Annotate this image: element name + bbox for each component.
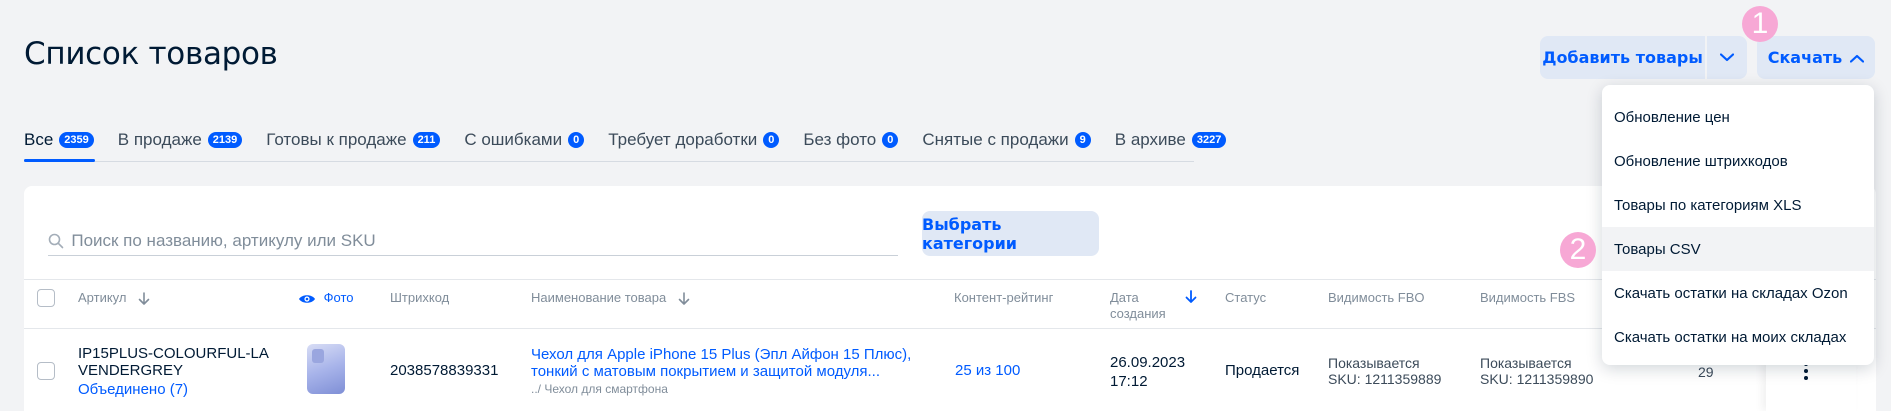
- page-title: Список товаров: [24, 36, 278, 72]
- menu-item-stock-my-warehouses[interactable]: Скачать остатки на моих складах: [1602, 315, 1874, 359]
- row-product-name: Чехол для Apple iPhone 15 Plus (Эпл Айфо…: [531, 346, 911, 398]
- step-marker-2: 2: [1560, 232, 1596, 268]
- tab-needs-work[interactable]: Требует доработки 0: [608, 126, 780, 154]
- tab-errors[interactable]: С ошибками 0: [464, 126, 585, 154]
- row-created-date: 26.09.2023 17:12: [1110, 354, 1186, 390]
- row-article: IP15PLUS-COLOURFUL-LA VENDERGREY Объедин…: [78, 345, 269, 398]
- download-menu: Обновление цен Обновление штрихкодов Тов…: [1602, 85, 1874, 365]
- tab-count-badge: 2139: [207, 132, 243, 148]
- tab-archive[interactable]: В архиве 3227: [1115, 126, 1227, 154]
- tab-label: Снятые с продажи: [922, 130, 1069, 149]
- row-fbo-visibility: Показывается SKU: 1211359889: [1328, 355, 1442, 387]
- tab-no-photo[interactable]: Без фото 0: [803, 126, 899, 154]
- search-field[interactable]: [48, 226, 898, 256]
- column-status[interactable]: Статус: [1225, 290, 1266, 306]
- tab-count-badge: 0: [763, 132, 780, 148]
- download-label: Скачать: [1767, 48, 1843, 67]
- row-status: Продается: [1225, 362, 1300, 379]
- eye-icon: [299, 294, 315, 303]
- column-name[interactable]: Наименование товара: [531, 290, 690, 306]
- tab-label: Готовы к продаже: [266, 130, 407, 149]
- download-button[interactable]: Скачать: [1757, 36, 1875, 79]
- tab-count-badge: 2359: [59, 132, 94, 148]
- row-barcode: 2038578839331: [390, 362, 499, 379]
- chevron-down-icon: [1720, 53, 1734, 62]
- search-icon: [48, 233, 71, 249]
- menu-item-stock-ozon-warehouses[interactable]: Скачать остатки на складах Ozon: [1602, 271, 1874, 315]
- select-all-checkbox[interactable]: [37, 289, 55, 307]
- tab-label: Без фото: [803, 130, 877, 149]
- tab-ready[interactable]: Готовы к продаже 211: [266, 126, 441, 154]
- column-photo[interactable]: Фото: [298, 290, 354, 306]
- column-fbs-visibility[interactable]: Видимость FBS: [1480, 290, 1575, 306]
- merged-link[interactable]: Объединено (7): [78, 381, 269, 398]
- menu-item-products-csv[interactable]: Товары CSV: [1602, 227, 1874, 271]
- column-content-rating[interactable]: Контент-рейтинг: [954, 290, 1053, 306]
- product-thumbnail[interactable]: [307, 344, 345, 394]
- tab-label: В архиве: [1114, 130, 1186, 149]
- tab-on-sale[interactable]: В продаже 2139: [118, 126, 243, 154]
- tab-count-badge: 9: [1074, 132, 1091, 148]
- product-name-link[interactable]: Чехол для Apple iPhone 15 Plus (Эпл Айфо…: [531, 346, 911, 363]
- row-stock: 29: [1698, 364, 1714, 380]
- more-actions-icon[interactable]: [1804, 362, 1808, 383]
- chevron-up-icon: [1850, 48, 1865, 67]
- tab-label: С ошибками: [464, 130, 563, 149]
- column-article[interactable]: Артикул: [78, 290, 150, 306]
- tab-removed[interactable]: Снятые с продажи 9: [922, 126, 1091, 154]
- product-name-link[interactable]: тонкий с матовым покрытием и защитой мод…: [531, 363, 911, 380]
- add-products-dropdown-button[interactable]: [1707, 36, 1747, 79]
- tab-label: Все: [24, 130, 54, 149]
- tab-count-badge: 211: [412, 132, 441, 148]
- menu-item-products-by-category-xls[interactable]: Товары по категориям XLS: [1602, 183, 1874, 227]
- sort-arrow-active-icon[interactable]: [1185, 290, 1197, 304]
- tab-all[interactable]: Все 2359: [24, 126, 94, 154]
- tab-label: В продаже: [117, 130, 202, 149]
- menu-item-update-barcodes[interactable]: Обновление штрихкодов: [1602, 139, 1874, 183]
- select-categories-button[interactable]: Выбрать категории: [922, 211, 1099, 256]
- menu-item-update-prices[interactable]: Обновление цен: [1602, 95, 1874, 139]
- add-products-button[interactable]: Добавить товары: [1540, 36, 1705, 79]
- tab-count-badge: 0: [568, 132, 585, 148]
- column-barcode[interactable]: Штрихкод: [390, 290, 449, 306]
- status-tabs: Все 2359 В продаже 2139 Готовы к продаже 21…: [24, 126, 1250, 162]
- column-fbo-visibility[interactable]: Видимость FBO: [1328, 290, 1425, 306]
- step-marker-1: 1: [1742, 6, 1778, 42]
- tab-count-badge: 3227: [1191, 132, 1227, 148]
- content-rating-link[interactable]: 25 из 100: [955, 362, 1020, 379]
- sort-arrow-icon: [138, 291, 150, 305]
- column-created-date[interactable]: Дата создания: [1110, 290, 1166, 322]
- row-checkbox[interactable]: [37, 362, 55, 380]
- sort-arrow-icon: [678, 291, 690, 305]
- product-category: ../ Чехол для смартфона: [531, 382, 668, 396]
- active-tab-indicator: [24, 159, 95, 162]
- search-input[interactable]: [71, 230, 898, 251]
- tab-label: Требует доработки: [608, 130, 758, 149]
- tab-count-badge: 0: [882, 132, 899, 148]
- row-fbs-visibility: Показывается SKU: 1211359890: [1480, 355, 1594, 387]
